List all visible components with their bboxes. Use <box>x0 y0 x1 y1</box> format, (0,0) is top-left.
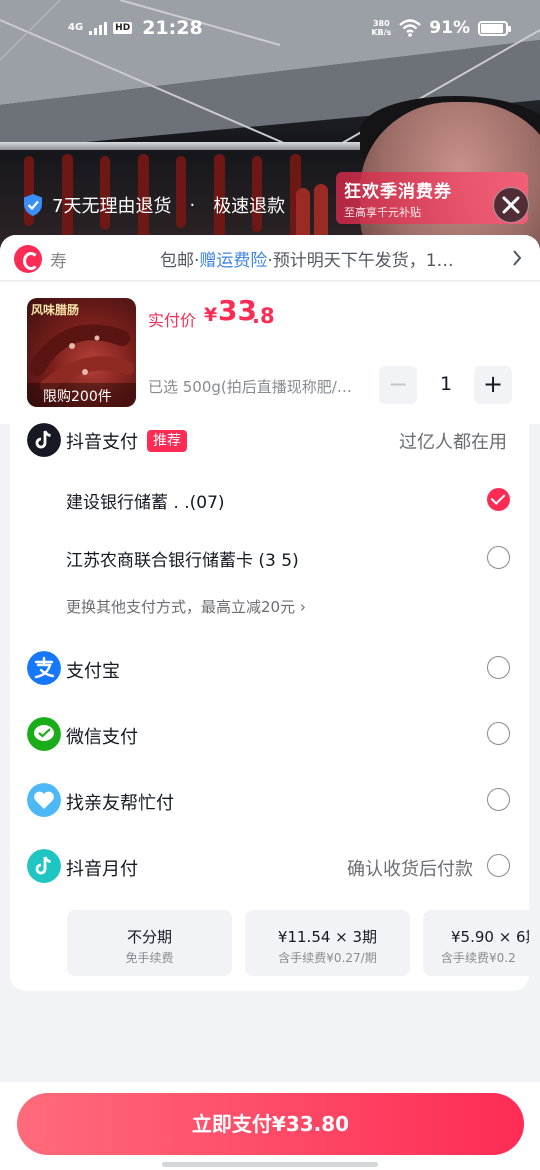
price-currency: ¥ <box>204 304 218 326</box>
radio-icon[interactable] <box>487 854 510 877</box>
freight-insurance: 赠运费险 <box>199 251 268 271</box>
more-methods-text: 更换其他支付方式，最高立减20元 <box>66 598 296 616</box>
checkout-sheet: 寿 包邮·赠运费险·预计明天下午发货，1… 风味腊肠 限购200件 实付价 ¥ … <box>0 235 540 1170</box>
chevron-right-icon <box>513 250 522 266</box>
price-decimal: .8 <box>252 304 275 328</box>
product-thumbnail[interactable]: 风味腊肠 限购200件 <box>27 298 136 407</box>
checkout-footer: 立即支付¥33.80 <box>0 1082 540 1170</box>
douyin-monthly-label: 抖音月付 <box>66 859 138 880</box>
free-shipping: 包邮 <box>160 251 194 271</box>
close-icon <box>502 196 520 214</box>
douyin-icon <box>27 423 61 457</box>
clock: 21:28 <box>142 17 203 39</box>
wechat-pay-label: 微信支付 <box>66 727 138 748</box>
radio-icon[interactable] <box>487 788 510 811</box>
refund-guarantee: 7天无理由退货 · 极速退款 <box>22 192 285 218</box>
shipping-summary: 包邮·赠运费险·预计明天下午发货，1… <box>160 246 500 271</box>
radio-selected-icon[interactable] <box>487 488 510 511</box>
douyin-monthly-note: 确认收货后付款 <box>347 859 473 880</box>
more-methods-link[interactable]: 更换其他支付方式，最高立减20元 › <box>10 594 529 622</box>
douyin-shop-icon <box>14 245 42 273</box>
shield-check-icon <box>24 194 42 216</box>
separator-dot: · <box>189 194 196 216</box>
home-indicator[interactable] <box>162 1162 378 1167</box>
installment-fee: 含手续费¥0.27/期 <box>278 951 377 965</box>
douyin-pay-note: 过亿人都在用 <box>399 432 507 453</box>
pay-now-button[interactable]: 立即支付¥33.80 <box>17 1093 524 1155</box>
bank-card-label: 江苏农商联合银行储蓄卡 (3 5) <box>66 551 299 571</box>
wechat-pay-row[interactable]: 微信支付 <box>10 716 529 752</box>
recommend-badge: 推荐 <box>147 430 187 452</box>
alipay-icon <box>27 651 61 685</box>
network-speed: 380 KB/s <box>371 19 391 37</box>
radio-icon[interactable] <box>487 546 510 569</box>
selected-spec[interactable]: 已选 500g(拍后直播现称肥/… <box>148 376 370 397</box>
chevron-right-icon: › <box>299 598 306 616</box>
friend-pay-row[interactable]: 找亲友帮忙付 <box>10 782 529 818</box>
purchase-limit-tag: 限购200件 <box>27 383 136 407</box>
thumbnail-title: 风味腊肠 <box>31 303 80 317</box>
radio-icon[interactable] <box>487 722 510 745</box>
fast-refund-label: 极速退款 <box>213 196 286 217</box>
alipay-row[interactable]: 支付宝 <box>10 650 529 686</box>
close-button[interactable] <box>493 187 529 223</box>
installment-option[interactable]: ¥5.90 × 6期 含手续费¥0.2 <box>423 910 529 976</box>
shop-name: 寿 <box>50 252 67 269</box>
installment-option[interactable]: 不分期 免手续费 <box>67 910 232 976</box>
radio-icon[interactable] <box>487 656 510 679</box>
more-methods-label: 更换其他支付方式，最高立减20元 › <box>66 596 306 617</box>
hd-icon: HD <box>113 22 133 34</box>
douyin-pay-label: 抖音支付 <box>66 432 138 453</box>
battery-percent: 91% <box>429 18 470 38</box>
refund-label: 7天无理由退货 <box>52 196 172 217</box>
installment-main: ¥5.90 × 6期 <box>451 928 529 946</box>
friend-pay-label: 找亲友帮忙付 <box>66 793 174 814</box>
heart-icon <box>27 783 61 817</box>
installment-main: 不分期 <box>126 928 172 946</box>
installment-fee: 免手续费 <box>125 951 174 965</box>
alipay-label: 支付宝 <box>66 661 120 682</box>
installment-fee: 含手续费¥0.2 <box>441 951 516 965</box>
quantity-minus-button[interactable]: − <box>379 366 417 404</box>
installment-main: ¥11.54 × 3期 <box>277 928 378 946</box>
douyin-pay-row[interactable]: 抖音支付 推荐 过亿人都在用 <box>10 423 529 457</box>
wifi-icon <box>399 19 422 37</box>
price-label: 实付价 <box>148 311 197 330</box>
network-type: 4G <box>68 22 84 33</box>
product-summary: 风味腊肠 限购200件 实付价 ¥ 33 .8 已选 500g(拍后直播现称肥/… <box>0 282 540 424</box>
battery-icon <box>478 20 511 36</box>
speed-unit: KB/s <box>371 28 392 37</box>
speed-value: 380 <box>372 19 390 28</box>
delivery-estimate: 预计明天下午发货，1… <box>272 251 454 271</box>
bank-card-option[interactable]: 江苏农商联合银行储蓄卡 (3 5) <box>10 540 529 576</box>
quantity-plus-button[interactable]: + <box>474 366 512 404</box>
installment-option[interactable]: ¥11.54 × 3期 含手续费¥0.27/期 <box>245 910 410 976</box>
signal-icon <box>89 21 108 35</box>
bank-card-label: 建设银行储蓄 . .(07) <box>66 493 225 513</box>
payment-methods-card: 抖音支付 推荐 过亿人都在用 建设银行储蓄 . .(07) 江苏农商联合银行储蓄… <box>10 423 529 991</box>
bank-card-option[interactable]: 建设银行储蓄 . .(07) <box>10 482 529 518</box>
douyin-monthly-icon <box>27 849 61 883</box>
douyin-monthly-row[interactable]: 抖音月付 确认收货后付款 <box>10 848 529 884</box>
shipping-info-row[interactable]: 寿 包邮·赠运费险·预计明天下午发货，1… <box>0 235 540 281</box>
wechat-pay-icon <box>27 717 61 751</box>
status-bar: 4G HD 21:28 380 KB/s 91% <box>0 0 540 58</box>
quantity-value[interactable]: 1 <box>418 373 474 395</box>
